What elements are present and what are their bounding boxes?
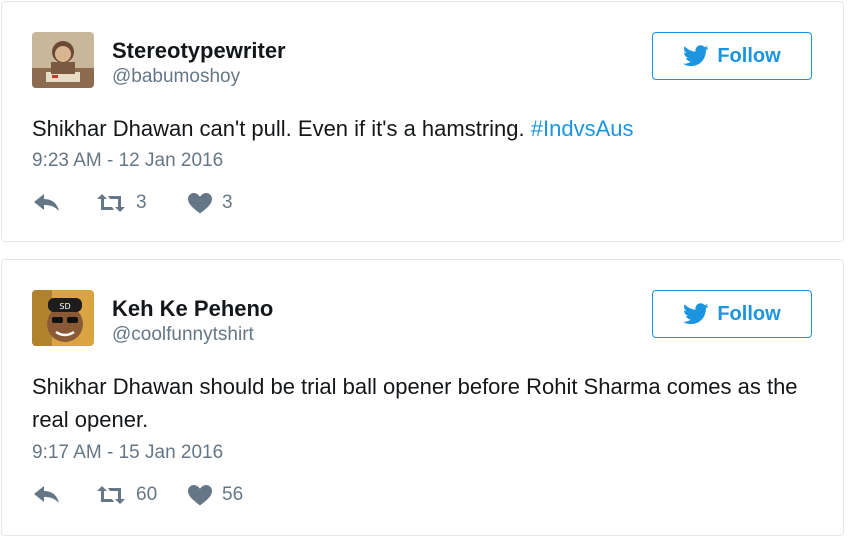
reply-button[interactable] [34, 486, 96, 504]
tweet-text: Shikhar Dhawan can't pull. Even if it's … [32, 112, 822, 145]
retweet-count: 3 [136, 192, 147, 213]
avatar[interactable] [32, 32, 94, 88]
hashtag-link[interactable]: #IndvsAus [531, 116, 634, 141]
avatar[interactable]: SD [32, 290, 94, 346]
reply-button[interactable] [34, 194, 96, 212]
retweet-icon [97, 194, 125, 212]
heart-icon [188, 484, 212, 505]
tweet-card: SD Keh Ke Peheno @coolfunnytshirt Follow… [1, 259, 844, 536]
reply-icon [34, 194, 59, 211]
like-count: 56 [222, 484, 244, 505]
tweet-actions: 60 56 [34, 484, 243, 506]
follow-label: Follow [717, 44, 781, 67]
user-handle[interactable]: @babumoshoy [112, 66, 240, 88]
retweet-button[interactable]: 3 [96, 192, 188, 214]
twitter-bird-icon [683, 303, 709, 325]
like-button[interactable]: 56 [188, 484, 243, 506]
tweet-body: Shikhar Dhawan can't pull. Even if it's … [32, 116, 531, 141]
tweet-card: Stereotypewriter @babumoshoy Follow Shik… [1, 1, 844, 242]
display-name[interactable]: Stereotypewriter [112, 38, 286, 64]
tweet-actions: 3 3 [34, 192, 233, 214]
svg-text:SD: SD [59, 302, 70, 311]
tweet-text: Shikhar Dhawan should be trial ball open… [32, 370, 822, 436]
retweet-count: 60 [136, 484, 158, 505]
retweet-icon [97, 486, 125, 504]
follow-label: Follow [717, 302, 781, 325]
timestamp[interactable]: 9:23 AM - 12 Jan 2016 [32, 150, 223, 172]
retweet-button[interactable]: 60 [96, 484, 188, 506]
tweet-body: Shikhar Dhawan should be trial ball open… [32, 374, 798, 432]
display-name[interactable]: Keh Ke Peheno [112, 296, 273, 322]
user-handle[interactable]: @coolfunnytshirt [112, 324, 254, 346]
like-button[interactable]: 3 [188, 192, 233, 214]
like-count: 3 [222, 192, 233, 213]
twitter-bird-icon [683, 45, 709, 67]
follow-button[interactable]: Follow [652, 290, 812, 338]
reply-icon [34, 486, 59, 503]
heart-icon [188, 192, 212, 213]
follow-button[interactable]: Follow [652, 32, 812, 80]
timestamp[interactable]: 9:17 AM - 15 Jan 2016 [32, 442, 223, 464]
